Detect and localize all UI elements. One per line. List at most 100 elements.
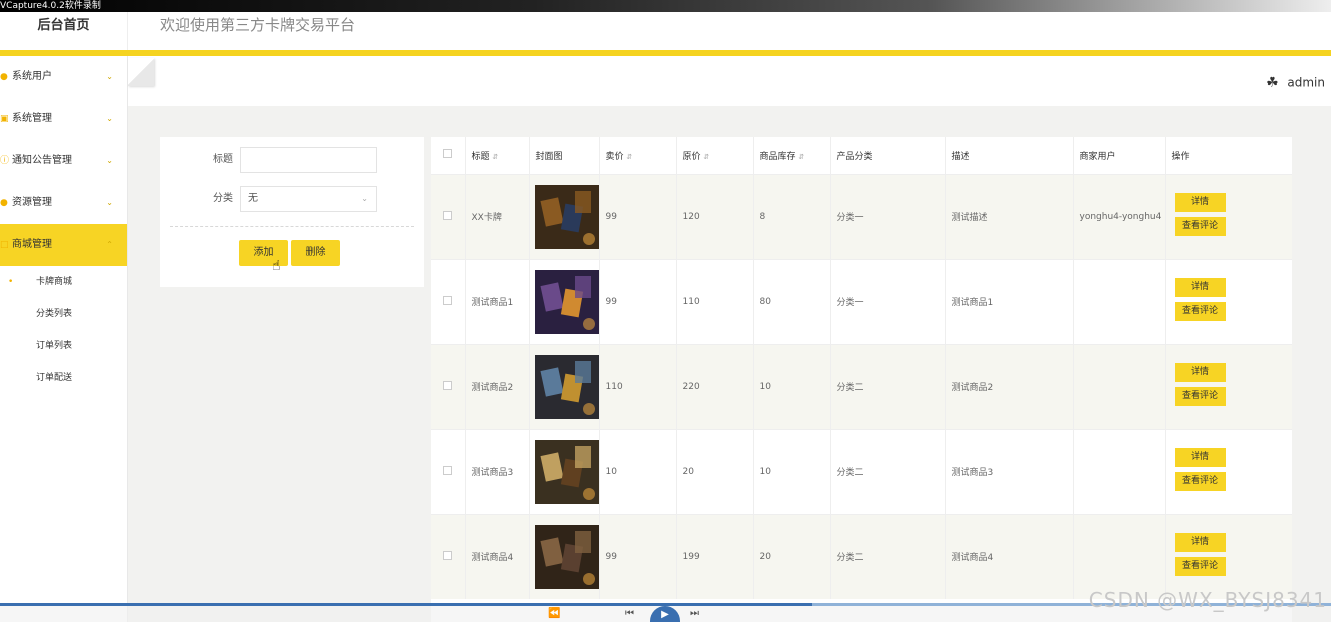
recorder-bar: VCapture4.0.2软件录制 <box>0 0 1331 12</box>
cell-description: 测试描述 <box>945 173 1074 259</box>
chevron-down-icon: ⌄ <box>106 114 113 123</box>
cell-price: 99 <box>599 173 677 259</box>
cell-description: 测试商品1 <box>945 258 1074 344</box>
cover-image[interactable] <box>534 184 599 249</box>
sidebar-subitem-order-delivery[interactable]: 订单配送 <box>0 362 127 394</box>
sidebar-subitem-label: 分类列表 <box>36 309 73 319</box>
category-filter-select[interactable]: 无 ⌄ <box>240 186 377 212</box>
row-select-cell <box>431 258 466 344</box>
table-row: 测试商品3 10 20 10 分类二 测试商品3 详情 查看评论 <box>431 428 1292 514</box>
brand-title[interactable]: 后台首页 <box>0 12 128 52</box>
cell-description: 测试商品3 <box>945 428 1074 514</box>
sidebar-subitem-category-list[interactable]: 分类列表 <box>0 298 127 330</box>
info-icon: ⓘ <box>0 156 10 166</box>
view-comments-button[interactable]: 查看评论 <box>1174 216 1226 236</box>
next-icon[interactable]: ⏭ <box>690 608 699 619</box>
detail-button[interactable]: 详情 <box>1174 192 1226 212</box>
row-checkbox[interactable] <box>443 295 453 305</box>
cell-description: 测试商品4 <box>945 513 1074 599</box>
column-header-description: 描述 <box>945 137 1074 174</box>
delete-button[interactable]: 删除 <box>291 240 340 266</box>
chevron-up-icon: ⌃ <box>106 240 113 249</box>
category-filter-row: 分类 无 ⌄ <box>160 186 424 212</box>
sidebar-toggle[interactable] <box>128 58 154 86</box>
cell-category: 分类一 <box>830 173 946 259</box>
cover-image[interactable] <box>534 354 599 419</box>
detail-button[interactable]: 详情 <box>1174 447 1226 467</box>
sort-icon: ⇵ <box>703 152 710 161</box>
cover-image[interactable] <box>534 269 599 334</box>
sidebar-item-notice-management[interactable]: ⓘ 通知公告管理 ⌄ <box>0 140 127 182</box>
table-row: XX卡牌 99 120 8 分类一 测试描述 yonghu4-yonghu4 详情 查看评论 <box>431 173 1292 259</box>
detail-button[interactable]: 详情 <box>1174 277 1226 297</box>
play-button[interactable]: ▶ <box>650 606 680 622</box>
sub-header: ☘ admin <box>128 56 1331 106</box>
sidebar-subitem-order-list[interactable]: 订单列表 <box>0 330 127 362</box>
cell-original-price: 199 <box>676 513 754 599</box>
previous-icon[interactable]: ⏮ <box>625 608 634 619</box>
cell-cover <box>529 343 600 429</box>
cell-merchant <box>1073 343 1166 429</box>
cell-merchant: yonghu4-yonghu4 <box>1073 173 1166 259</box>
sidebar-item-system-management[interactable]: ▣ 系统管理 ⌄ <box>0 98 127 140</box>
cover-image[interactable] <box>534 524 599 589</box>
sidebar-item-label: 系统用户 <box>12 71 52 82</box>
cell-original-price: 120 <box>676 173 754 259</box>
select-all-cell <box>431 137 466 174</box>
cell-title: 测试商品4 <box>465 513 530 599</box>
sidebar: ● 系统用户 ⌄ ▣ 系统管理 ⌄ ⓘ 通知公告管理 ⌄ ● 资源管理 ⌄ □ … <box>0 56 128 622</box>
cell-title: XX卡牌 <box>465 173 530 259</box>
view-comments-button[interactable]: 查看评论 <box>1174 301 1226 321</box>
column-header-actions: 操作 <box>1165 137 1292 174</box>
chevron-down-icon: ⌄ <box>106 72 113 81</box>
chevron-down-icon: ⌄ <box>106 198 113 207</box>
column-header-category: 产品分类 <box>830 137 946 174</box>
category-selected-value: 无 <box>248 193 258 204</box>
rewind-icon[interactable]: ⏪ <box>548 608 560 619</box>
row-checkbox[interactable] <box>443 550 453 560</box>
cell-stock: 8 <box>753 173 831 259</box>
view-comments-button[interactable]: 查看评论 <box>1174 471 1226 491</box>
detail-button[interactable]: 详情 <box>1174 362 1226 382</box>
title-filter-row: 标题 <box>160 147 424 173</box>
sidebar-item-resource-management[interactable]: ● 资源管理 ⌄ <box>0 182 127 224</box>
column-header-original-price[interactable]: 原价 ⇵ <box>676 137 754 174</box>
cell-merchant <box>1073 428 1166 514</box>
detail-button[interactable]: 详情 <box>1174 532 1226 552</box>
category-filter-label: 分类 <box>213 193 233 204</box>
cell-actions: 详情 查看评论 <box>1165 258 1292 344</box>
column-header-title[interactable]: 标题 ⇵ <box>465 137 530 174</box>
sidebar-item-shop-management[interactable]: □ 商城管理 ⌃ <box>0 224 127 266</box>
sidebar-item-system-users[interactable]: ● 系统用户 ⌄ <box>0 56 127 98</box>
view-comments-button[interactable]: 查看评论 <box>1174 386 1226 406</box>
cell-category: 分类一 <box>830 258 946 344</box>
row-checkbox[interactable] <box>443 210 453 220</box>
watermark: CSDN @WX_BYSJ8341 <box>1088 588 1327 612</box>
add-button[interactable]: 添加 <box>239 240 288 266</box>
select-all-checkbox[interactable] <box>443 149 453 159</box>
column-header-price[interactable]: 卖价 ⇵ <box>599 137 677 174</box>
cell-actions: 详情 查看评论 <box>1165 173 1292 259</box>
sidebar-item-label: 商城管理 <box>12 239 52 250</box>
row-checkbox[interactable] <box>443 380 453 390</box>
sidebar-item-label: 资源管理 <box>12 197 52 208</box>
view-comments-button[interactable]: 查看评论 <box>1174 556 1226 576</box>
product-table: 标题 ⇵ 封面图 卖价 ⇵ 原价 ⇵ 商品库存 ⇵ 产品分类 描述 商家用户 操… <box>431 137 1292 622</box>
user-menu[interactable]: ☘ admin <box>1261 72 1325 94</box>
table-row: 测试商品2 110 220 10 分类二 测试商品2 详情 查看评论 <box>431 343 1292 429</box>
row-checkbox[interactable] <box>443 465 453 475</box>
sidebar-subitem-card-shop[interactable]: • 卡牌商城 <box>0 266 127 298</box>
recorder-label: VCapture4.0.2软件录制 <box>0 1 101 11</box>
hand-cursor-icon: ☝ <box>272 258 281 274</box>
cell-merchant <box>1073 513 1166 599</box>
avatar-icon: ☘ <box>1266 75 1279 91</box>
row-select-cell <box>431 513 466 599</box>
cell-title: 测试商品1 <box>465 258 530 344</box>
cover-image[interactable] <box>534 439 599 504</box>
cell-stock: 10 <box>753 428 831 514</box>
cell-category: 分类二 <box>830 343 946 429</box>
title-filter-input[interactable] <box>240 147 377 173</box>
chevron-down-icon: ⌄ <box>106 156 113 165</box>
table-row: 测试商品1 99 110 80 分类一 测试商品1 详情 查看评论 <box>431 258 1292 344</box>
column-header-stock[interactable]: 商品库存 ⇵ <box>753 137 831 174</box>
